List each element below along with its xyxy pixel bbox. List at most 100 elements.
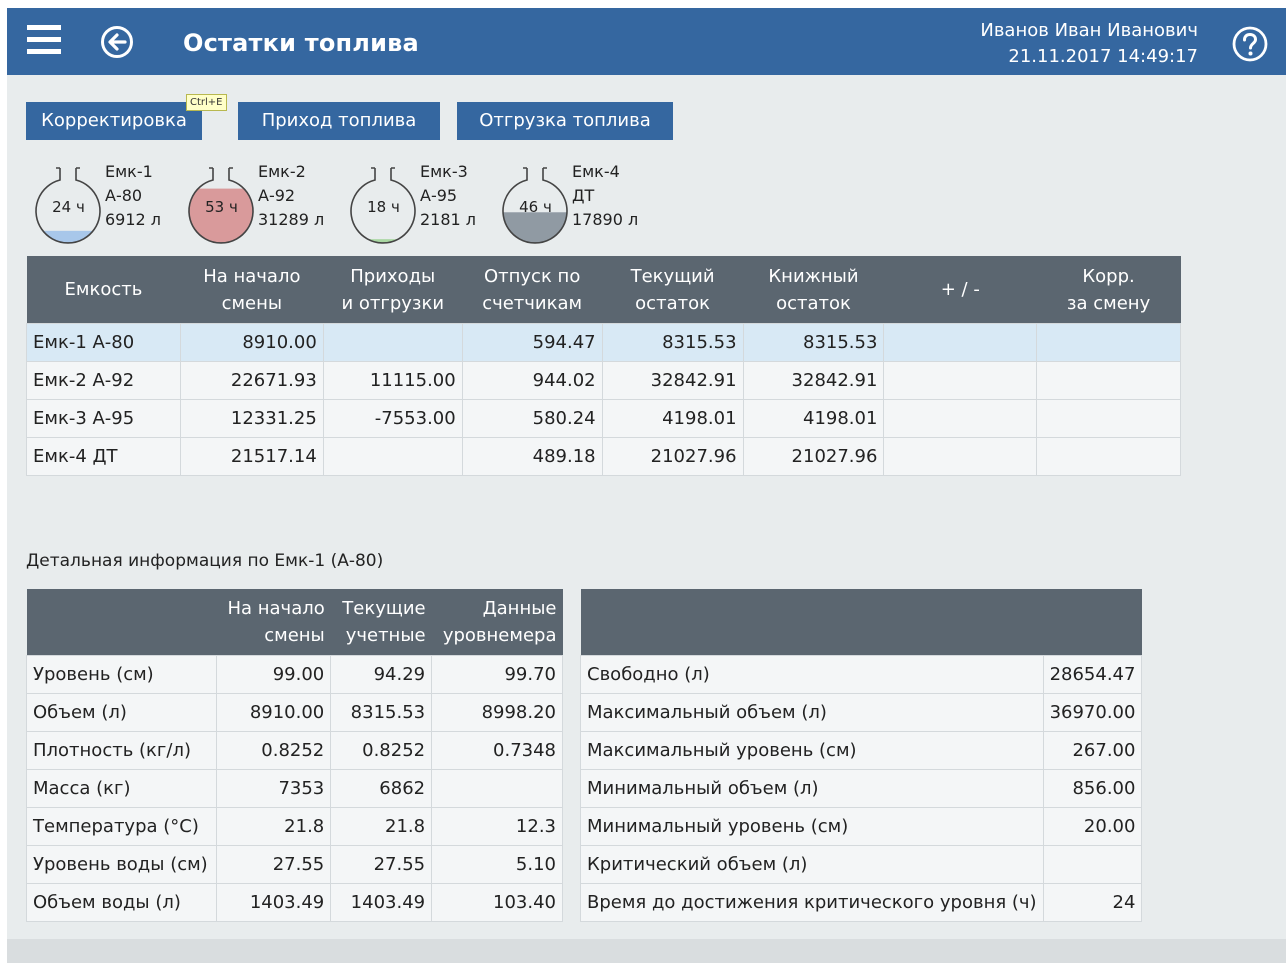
table-row: Объем (л) 8910.00 8315.53 8998.20 (26, 693, 563, 732)
tank-name: Емк-3 (420, 162, 468, 181)
column-header[interactable]: Корр. за смену (1036, 256, 1181, 324)
correction-button[interactable]: Корректировка (26, 102, 202, 140)
column-header[interactable]: Текущий остаток (602, 256, 744, 324)
tank-name: Емк-2 (258, 162, 306, 181)
cell-start: 12331.25 (179, 399, 324, 438)
tank-limits-table: Свободно (л) 28654.47 Максимальный объем … (580, 589, 1143, 922)
table-row: Максимальный объем (л) 36970.00 (580, 693, 1143, 732)
cell-corr (1036, 399, 1181, 438)
tank-widget[interactable]: 24 ч Емк-1 А-80 6912 л (34, 156, 184, 246)
cell-diff (883, 323, 1038, 362)
cell-tank: Емк-4 ДТ (26, 437, 181, 476)
tank-fuel: А-95 (420, 186, 458, 205)
cell-book: 21027.96 (742, 437, 885, 476)
table-row: Свободно (л) 28654.47 (580, 655, 1143, 694)
tank-info: Емк-1 А-80 6912 л (105, 160, 161, 232)
cell-dispensed: 489.18 (461, 437, 603, 476)
cell-tank: Емк-1 А-80 (26, 323, 181, 362)
fuel-receipt-button[interactable]: Приход топлива (238, 102, 440, 140)
column-header: Данные уровнемера (431, 589, 563, 656)
table-row[interactable]: Емк-1 А-80 8910.00 594.47 8315.53 8315.5… (26, 323, 1181, 362)
fuel-shipment-button[interactable]: Отгрузка топлива (457, 102, 673, 140)
tank-hours: 24 ч (52, 198, 85, 216)
tank-info: Емк-3 А-95 2181 л (420, 160, 476, 232)
help-icon[interactable] (1232, 26, 1268, 62)
tank-fuel: А-80 (105, 186, 143, 205)
menu-icon[interactable] (27, 25, 61, 57)
table-row: Время до достижения критического уровня … (580, 883, 1143, 922)
cell-dispensed: 580.24 (461, 399, 603, 438)
table-row: Уровень (см) 99.00 94.29 99.70 (26, 655, 563, 694)
column-header (26, 589, 217, 656)
table-row[interactable]: Емк-3 А-95 12331.25 -7553.00 580.24 4198… (26, 399, 1181, 438)
cell-dispensed: 594.47 (461, 323, 603, 362)
tank-info: Емк-4 ДТ 17890 л (572, 160, 638, 232)
table-row: Масса (кг) 7353 6862 (26, 769, 563, 808)
bottom-strip (7, 939, 1286, 963)
cell-diff (883, 361, 1038, 400)
cell-corr (1036, 437, 1181, 476)
column-header: Текущие учетные (330, 589, 432, 656)
fuel-balance-table: Емкость На начало смены Приходы и отгрузки… (26, 256, 1181, 476)
cell-book: 32842.91 (742, 361, 885, 400)
back-arrow-icon[interactable] (100, 25, 134, 59)
tank-name: Емк-4 (572, 162, 620, 181)
column-header: На начало смены (216, 589, 331, 656)
tank-widget[interactable]: 46 ч Емк-4 ДТ 17890 л (501, 156, 651, 246)
table-row[interactable]: Емк-2 А-92 22671.93 11115.00 944.02 3284… (26, 361, 1181, 400)
user-name: Иванов Иван Иванович (980, 20, 1198, 41)
tank-info: Емк-2 А-92 31289 л (258, 160, 324, 232)
table-row: Плотность (кг/л) 0.8252 0.8252 0.7348 (26, 731, 563, 770)
page-title: Остатки топлива (183, 29, 419, 57)
tank-volume: 2181 л (420, 210, 477, 229)
cell-current: 4198.01 (601, 399, 744, 438)
table-row: Критический объем (л) (580, 845, 1143, 884)
tank-hours: 53 ч (205, 198, 238, 216)
tank-widget[interactable]: 53 ч Емк-2 А-92 31289 л (187, 156, 337, 246)
column-header[interactable]: Приходы и отгрузки (323, 256, 463, 324)
cell-moves: 11115.00 (322, 361, 463, 400)
tank-volume: 31289 л (258, 210, 325, 229)
cell-current: 32842.91 (601, 361, 744, 400)
table-row: Уровень воды (см) 27.55 27.55 5.10 (26, 845, 563, 884)
column-header[interactable]: На начало смены (180, 256, 324, 324)
table-row: Минимальный уровень (см) 20.00 (580, 807, 1143, 846)
tank-fuel: А-92 (258, 186, 296, 205)
cell-moves: -7553.00 (322, 399, 463, 438)
header-bar: Остатки топлива Иванов Иван Иванович 21.… (7, 8, 1286, 75)
cell-start: 21517.14 (179, 437, 324, 476)
tank-volume: 17890 л (572, 210, 639, 229)
table-header-row (580, 589, 1142, 656)
cell-corr (1036, 323, 1181, 362)
cell-current: 8315.53 (601, 323, 744, 362)
cell-book: 4198.01 (742, 399, 885, 438)
column-header[interactable]: Книжный остаток (743, 256, 884, 324)
table-row: Максимальный уровень (см) 267.00 (580, 731, 1143, 770)
tank-name: Емк-1 (105, 162, 153, 181)
table-row[interactable]: Емк-4 ДТ 21517.14 489.18 21027.96 21027.… (26, 437, 1181, 476)
tank-widget[interactable]: 18 ч Емк-3 А-95 2181 л (349, 156, 499, 246)
app-frame: Остатки топлива Иванов Иван Иванович 21.… (7, 8, 1286, 963)
table-row: Температура (°С) 21.8 21.8 12.3 (26, 807, 563, 846)
current-datetime: 21.11.2017 14:49:17 (1008, 46, 1198, 67)
column-header[interactable]: Емкость (26, 256, 181, 324)
cell-book: 8315.53 (742, 323, 885, 362)
tank-volume: 6912 л (105, 210, 162, 229)
shortcut-tooltip: Ctrl+E (186, 94, 227, 111)
detail-section-title: Детальная информация по Емк-1 (А-80) (26, 551, 384, 571)
cell-moves (322, 437, 463, 476)
column-header[interactable]: + / - (883, 256, 1037, 324)
cell-start: 22671.93 (179, 361, 324, 400)
table-header-row: Емкость На начало смены Приходы и отгрузки… (26, 256, 1181, 324)
table-row: Минимальный объем (л) 856.00 (580, 769, 1143, 808)
cell-corr (1036, 361, 1181, 400)
cell-moves (322, 323, 463, 362)
tank-hours: 46 ч (519, 198, 552, 216)
column-header[interactable]: Отпуск по счетчикам (462, 256, 603, 324)
cell-tank: Емк-3 А-95 (26, 399, 181, 438)
tank-fuel: ДТ (572, 186, 595, 205)
cell-start: 8910.00 (179, 323, 324, 362)
cell-diff (883, 399, 1038, 438)
cell-tank: Емк-2 А-92 (26, 361, 181, 400)
table-header-row: На начало смены Текущие учетные Данные уров… (26, 589, 563, 656)
